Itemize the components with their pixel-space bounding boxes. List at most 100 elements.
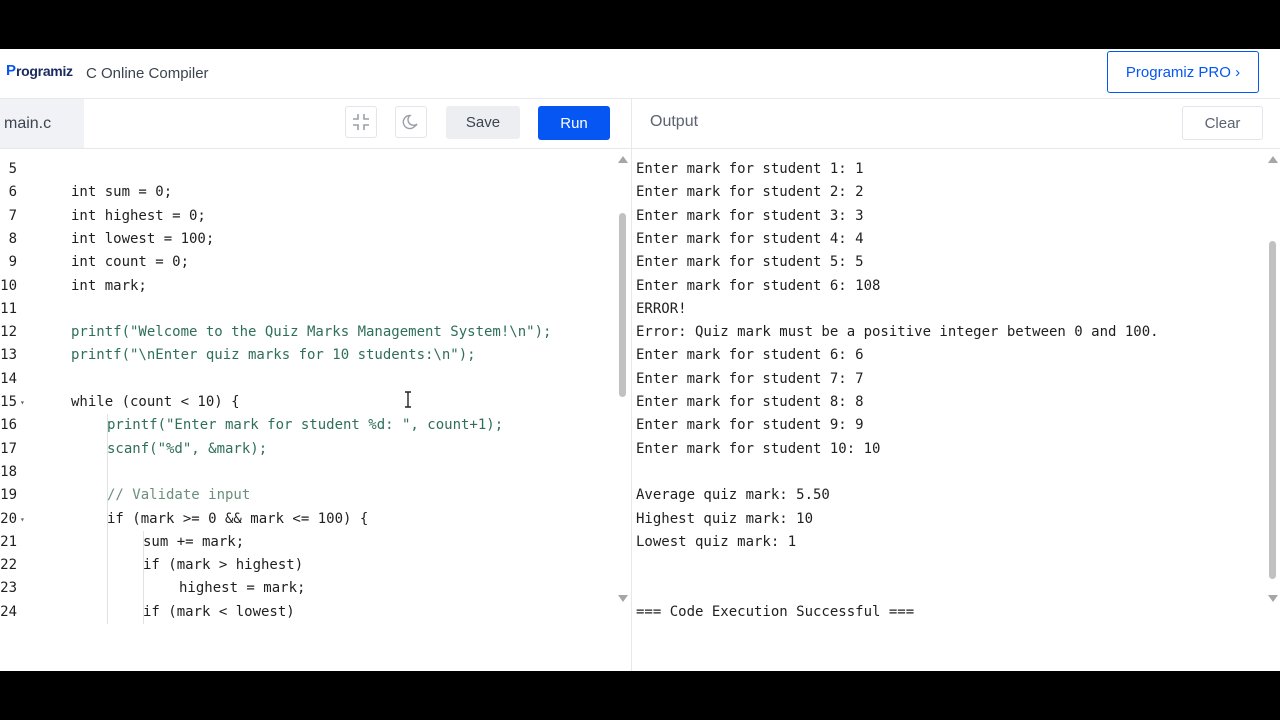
- line-number: 11: [0, 300, 17, 317]
- line-number: 7: [8, 207, 17, 224]
- code-line[interactable]: 19 // Validate input: [0, 484, 615, 507]
- code-line[interactable]: 21 sum += mark;: [0, 531, 615, 554]
- editor-scroll-thumb[interactable]: [619, 213, 626, 397]
- code-line[interactable]: 18: [0, 461, 615, 484]
- output-line: Enter mark for student 7: 7: [636, 370, 864, 387]
- code-line[interactable]: 23 highest = mark;: [0, 577, 615, 600]
- compiler-app: P rogramiz C Online Compiler Programiz P…: [0, 49, 1280, 671]
- code-text: int highest = 0;: [71, 207, 206, 224]
- line-number: 17: [0, 440, 17, 457]
- line-number: 19: [0, 487, 17, 504]
- code-line[interactable]: 20 ▾ if (mark >= 0 && mark <= 100) {: [0, 508, 615, 531]
- code-line[interactable]: 11: [0, 298, 615, 321]
- scroll-up-icon[interactable]: [618, 156, 628, 163]
- output-line: Enter mark for student 10: 10: [636, 440, 881, 457]
- output-scroll-down-icon[interactable]: [1268, 595, 1278, 602]
- code-text: // Validate input: [107, 487, 251, 504]
- compiler-title: C Online Compiler: [86, 65, 209, 82]
- editor-toolbar: main.c Save Run: [0, 99, 631, 149]
- code-line[interactable]: 24 if (mark < lowest): [0, 601, 615, 624]
- output-toolbar: Output Clear: [632, 99, 1280, 149]
- code-line[interactable]: 9 int count = 0;: [0, 251, 615, 274]
- top-header: P rogramiz C Online Compiler Programiz P…: [0, 49, 1280, 99]
- code-text: scanf("%d", &mark);: [107, 440, 268, 457]
- line-number: 18: [0, 463, 17, 480]
- code-line[interactable]: 10 int mark;: [0, 275, 615, 298]
- clear-button[interactable]: Clear: [1182, 106, 1263, 140]
- output-line: ERROR!: [636, 300, 687, 317]
- line-number: 10: [0, 277, 17, 294]
- output-line: Enter mark for student 5: 5: [636, 254, 864, 271]
- theme-toggle-button[interactable]: [395, 106, 427, 138]
- output-line: Enter mark for student 8: 8: [636, 394, 864, 410]
- code-line[interactable]: 17 scanf("%d", &mark);: [0, 438, 615, 461]
- code-text: int count = 0;: [71, 254, 190, 271]
- line-number: 6: [8, 184, 17, 201]
- line-number: 12: [0, 324, 17, 341]
- output-line: Enter mark for student 2: 2: [636, 184, 864, 201]
- editor-scrollbar[interactable]: [616, 149, 630, 602]
- output-scrollbar[interactable]: [1266, 149, 1280, 602]
- code-text: highest = mark;: [179, 580, 306, 597]
- code-text: sum += mark;: [143, 533, 245, 550]
- fold-arrow-icon[interactable]: ▾: [20, 508, 25, 531]
- line-number: 9: [8, 254, 17, 271]
- logo-text: rogramiz: [16, 62, 73, 79]
- programiz-pro-button[interactable]: Programiz PRO ›: [1107, 51, 1259, 93]
- code-text: printf("Enter mark for student %d: ", co…: [107, 417, 504, 434]
- code-text: if (mark > highest): [143, 557, 304, 574]
- code-line[interactable]: 16 printf("Enter mark for student %d: ", …: [0, 414, 615, 437]
- code-line[interactable]: 22 if (mark > highest): [0, 554, 615, 577]
- code-line[interactable]: 14: [0, 368, 615, 391]
- fullscreen-button[interactable]: [345, 106, 377, 138]
- code-line[interactable]: 7 int highest = 0;: [0, 205, 615, 228]
- line-number: 22: [0, 557, 17, 574]
- code-text: int mark;: [71, 277, 147, 294]
- line-number: 16: [0, 417, 17, 434]
- code-line[interactable]: 15 ▾ while (count < 10) {: [0, 391, 615, 414]
- code-line[interactable]: 13 printf("\nEnter quiz marks for 10 stud…: [0, 344, 615, 367]
- save-button[interactable]: Save: [446, 106, 520, 139]
- output-line: Highest quiz mark: 10: [636, 510, 814, 527]
- code-text: printf("\nEnter quiz marks for 10 studen…: [71, 347, 476, 364]
- line-number: 24: [0, 603, 17, 620]
- output-line: Enter mark for student 6: 6: [636, 347, 864, 364]
- logo-mark-icon: P: [6, 62, 17, 79]
- code-text: if (mark < lowest): [143, 603, 295, 620]
- code-line[interactable]: 5: [0, 158, 615, 181]
- output-line: Average quiz mark: 5.50: [636, 487, 830, 504]
- fold-arrow-icon[interactable]: ▾: [20, 391, 25, 414]
- line-number: 20: [0, 510, 17, 527]
- code-text: while (count < 10) {: [71, 394, 240, 410]
- code-text: int sum = 0;: [71, 184, 173, 201]
- code-line[interactable]: 6 int sum = 0;: [0, 181, 615, 204]
- moon-icon: [402, 114, 418, 130]
- output-line: === Code Execution Successful ===: [636, 603, 915, 620]
- output-line: Enter mark for student 3: 3: [636, 207, 864, 224]
- line-number: 14: [0, 370, 17, 387]
- output-title: Output: [650, 113, 699, 130]
- text-cursor-icon: [405, 391, 411, 408]
- line-number: 5: [8, 161, 17, 177]
- code-text: if (mark >= 0 && mark <= 100) {: [107, 510, 369, 527]
- output-console: Enter mark for student 1: 1 Enter mark fo…: [632, 149, 1280, 671]
- code-text: printf("Welcome to the Quiz Marks Manage…: [71, 324, 552, 341]
- programiz-logo[interactable]: P rogramiz: [6, 62, 73, 79]
- scroll-down-icon[interactable]: [618, 595, 628, 602]
- code-editor[interactable]: 5 6 int sum = 0; 7 int highest = 0; 8 int lowe…: [0, 149, 631, 671]
- line-number: 23: [0, 580, 17, 597]
- code-line[interactable]: 12 printf("Welcome to the Quiz Marks Mana…: [0, 321, 615, 344]
- code-line[interactable]: 8 int lowest = 100;: [0, 228, 615, 251]
- output-line: Lowest quiz mark: 1: [636, 533, 797, 550]
- output-line: Enter mark for student 4: 4: [636, 230, 864, 247]
- output-line: Enter mark for student 9: 9: [636, 417, 864, 434]
- code-text: int lowest = 100;: [71, 230, 215, 247]
- line-number: 13: [0, 347, 17, 364]
- output-scroll-up-icon[interactable]: [1268, 156, 1278, 163]
- run-button[interactable]: Run: [538, 106, 610, 140]
- output-line: Enter mark for student 1: 1: [636, 161, 864, 177]
- file-tab-main-c[interactable]: main.c: [0, 99, 84, 148]
- output-scroll-thumb[interactable]: [1269, 241, 1276, 579]
- output-line: Error: Quiz mark must be a positive inte…: [636, 324, 1159, 341]
- output-line: Enter mark for student 6: 108: [636, 277, 881, 294]
